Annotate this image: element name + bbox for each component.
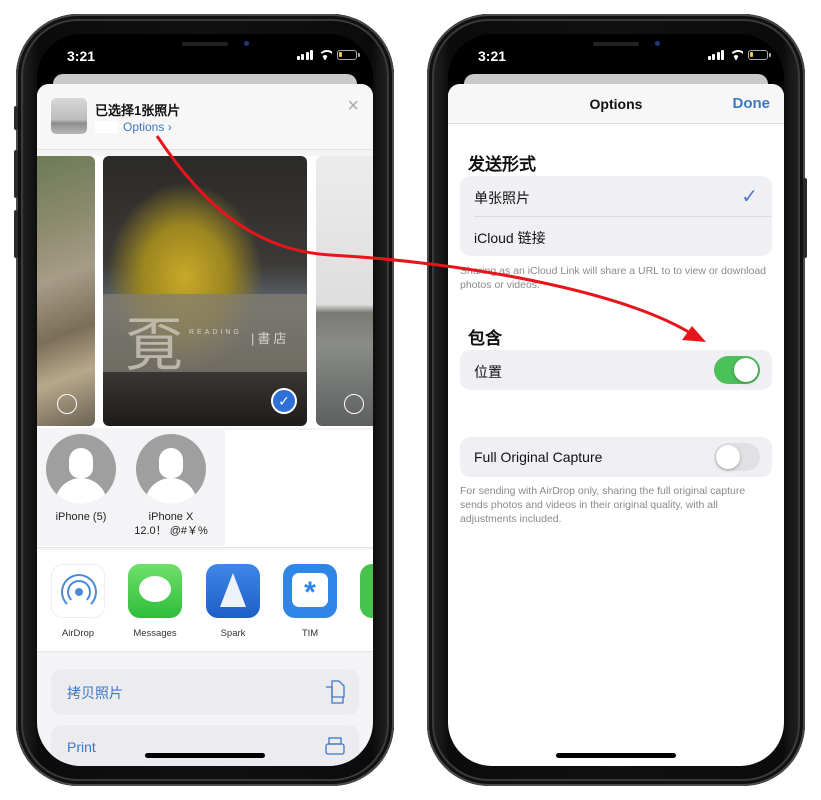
power-button: [803, 178, 807, 258]
status-time: 3:21: [478, 48, 507, 64]
volume-up-button: [14, 150, 18, 198]
photo-trees[interactable]: [37, 156, 95, 426]
screen-right: 3:21 Options Done 发送形式 单张照片 ✓ iCloud 链接: [448, 34, 784, 766]
send-as-group: 单张照片 ✓ iCloud 链接: [460, 176, 772, 256]
redacted-box: [95, 121, 117, 133]
option-icloud-link[interactable]: iCloud 链接: [460, 216, 772, 256]
chevron-right-icon: ›: [167, 120, 172, 134]
icloud-footnote: Sharing as an iCloud Link will share a U…: [460, 265, 767, 291]
mute-switch: [14, 106, 18, 130]
battery-icon: [748, 50, 771, 60]
notch: [120, 34, 290, 62]
print-icon: [325, 737, 345, 755]
apps-row: AirDrop Messages Spark * TIM: [37, 550, 373, 652]
signal-icon: [707, 50, 724, 60]
messages-icon: [128, 564, 182, 618]
selected-check-icon[interactable]: ✓: [271, 388, 297, 414]
airdrop-person[interactable]: iPhone X 12.0！ @#￥%: [126, 434, 216, 538]
phone-right: 3:21 Options Done 发送形式 单张照片 ✓ iCloud 链接: [427, 14, 807, 786]
app-icon-partial: [360, 564, 373, 618]
photo-lake[interactable]: [316, 156, 373, 426]
notch: [531, 34, 701, 62]
full-capture-group: Full Original Capture: [460, 437, 772, 477]
wifi-icon: [729, 50, 743, 60]
unselected-circle-icon[interactable]: [344, 394, 364, 414]
battery-icon: [337, 50, 360, 60]
signal-icon: [296, 50, 313, 60]
airdrop-people-row: iPhone (5) iPhone X 12.0！ @#￥%: [37, 430, 373, 548]
share-sheet-title: 已选择1张照片: [95, 103, 181, 118]
location-toggle[interactable]: [714, 356, 760, 384]
full-capture-footnote: For sending with AirDrop only, sharing t…: [460, 485, 746, 525]
screen-left: 3:21 已选择1张照片 Options › × 覔 READING |書店 ✓…: [37, 34, 373, 766]
include-heading: 包含: [468, 329, 502, 348]
send-as-heading: 发送形式: [468, 155, 536, 174]
options-sheet: Options Done 发送形式 单张照片 ✓ iCloud 链接 Shari…: [448, 84, 784, 766]
unselected-circle-icon[interactable]: [57, 394, 77, 414]
app-airdrop[interactable]: AirDrop: [46, 564, 110, 639]
photo-carousel[interactable]: 覔 READING |書店 ✓: [37, 156, 373, 428]
photo-bookstore[interactable]: 覔 READING |書店 ✓: [103, 156, 307, 426]
full-capture-row: Full Original Capture: [460, 437, 772, 477]
avatar: [136, 434, 206, 504]
share-sheet: 已选择1张照片 Options › × 覔 READING |書店 ✓ iPho…: [37, 84, 373, 766]
copy-photo-action[interactable]: 拷贝照片: [51, 669, 359, 715]
tim-icon: *: [283, 564, 337, 618]
include-group: 位置: [460, 350, 772, 390]
home-indicator[interactable]: [145, 753, 265, 758]
close-icon[interactable]: ×: [347, 96, 359, 116]
spark-icon: [206, 564, 260, 618]
phone-left: 3:21 已选择1张照片 Options › × 覔 READING |書店 ✓…: [14, 14, 394, 786]
airdrop-icon: [51, 564, 105, 618]
app-spark[interactable]: Spark: [201, 564, 265, 639]
airdrop-person[interactable]: iPhone (5): [37, 434, 126, 524]
app-messages[interactable]: Messages: [123, 564, 187, 639]
home-indicator[interactable]: [556, 753, 676, 758]
copy-icon: [326, 680, 345, 704]
print-action[interactable]: Print: [51, 725, 359, 766]
volume-down-button: [14, 210, 18, 258]
share-sheet-header: 已选择1张照片 Options › ×: [37, 84, 373, 150]
options-link[interactable]: Options ›: [123, 120, 172, 134]
options-nav-bar: Options Done: [448, 84, 784, 124]
app-partial[interactable]: [355, 564, 373, 618]
checkmark-icon: ✓: [741, 186, 758, 208]
status-time: 3:21: [67, 48, 96, 64]
location-row: 位置: [460, 350, 772, 390]
bookstore-banner: 覔 READING |書店: [103, 294, 307, 379]
selected-photo-thumbnail: [51, 98, 87, 134]
avatar: [46, 434, 116, 504]
wifi-icon: [318, 50, 332, 60]
done-button[interactable]: Done: [733, 95, 771, 112]
option-single-photo[interactable]: 单张照片 ✓: [460, 176, 772, 216]
full-capture-toggle[interactable]: [714, 443, 760, 471]
app-tim[interactable]: * TIM: [278, 564, 342, 639]
